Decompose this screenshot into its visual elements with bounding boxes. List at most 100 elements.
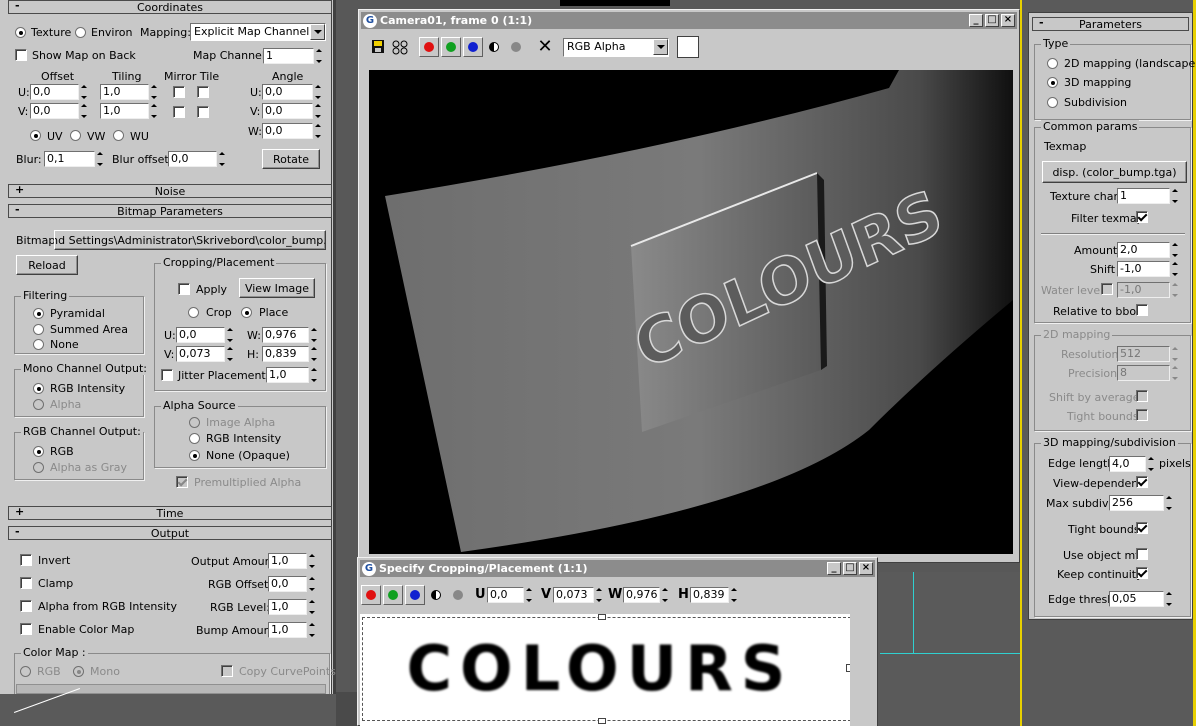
keep-continuity-checkbox[interactable] (1136, 567, 1148, 579)
premultiplied-alpha-checkbox[interactable] (176, 476, 188, 488)
subdivision-radio[interactable] (1047, 97, 1058, 108)
monochrome-icon[interactable] (489, 42, 499, 52)
w-angle-spinner[interactable]: 0,0 (262, 123, 322, 139)
texture-chan-spinner[interactable]: 1 (1117, 188, 1179, 204)
alpha-rgb-intensity-radio[interactable] (189, 433, 200, 444)
crop-window-w-spinner[interactable]: 0,976 (623, 587, 669, 603)
enable-color-map-checkbox[interactable] (20, 623, 32, 635)
rgb-output-radio[interactable] (33, 446, 44, 457)
image-alpha-radio[interactable] (189, 417, 200, 428)
crop-radio[interactable] (188, 307, 199, 318)
mapping-3d-radio[interactable] (1047, 77, 1058, 88)
relative-bbox-checkbox[interactable] (1136, 304, 1148, 316)
maximize-button[interactable]: □ (985, 14, 999, 27)
minimize-button[interactable]: _ (969, 14, 983, 27)
tight-bounds-3d-checkbox[interactable] (1136, 522, 1148, 534)
view-dependent-checkbox[interactable] (1136, 476, 1148, 488)
color-map-rgb-radio[interactable] (20, 666, 31, 677)
none-filter-radio[interactable] (33, 339, 44, 350)
wu-radio[interactable] (113, 130, 124, 141)
water-level-spinner[interactable]: -1,0 (1117, 282, 1179, 298)
jitter-spinner[interactable]: 1,0 (266, 367, 318, 383)
blur-offset-spinner[interactable]: 0,0 (168, 151, 226, 167)
crop-blue-channel-button[interactable] (405, 585, 425, 605)
u-angle-spinner[interactable]: 0,0 (262, 84, 322, 100)
crop-close-button[interactable]: × (859, 562, 873, 575)
texmap-button[interactable]: disp. (color_bump.tga) (1042, 161, 1187, 183)
camera-window-titlebar[interactable]: G Camera01, frame 0 (1:1) _ □ × (361, 12, 1017, 29)
u-mirror-checkbox[interactable] (173, 86, 185, 98)
texture-radio[interactable] (15, 27, 26, 38)
pyramidal-radio[interactable] (33, 308, 44, 319)
display-channel-dropdown[interactable]: RGB Alpha (563, 38, 669, 57)
alpha-from-rgb-checkbox[interactable] (20, 600, 32, 612)
uv-radio[interactable] (30, 130, 41, 141)
clear-icon[interactable]: ✕ (535, 37, 555, 57)
precision-spinner[interactable]: 8 (1117, 365, 1179, 381)
crop-handle-top[interactable] (598, 614, 606, 620)
filter-texmap-checkbox[interactable] (1136, 211, 1148, 223)
blue-channel-button[interactable] (463, 37, 483, 57)
color-map-mono-radio[interactable] (73, 666, 84, 677)
summed-area-radio[interactable] (33, 324, 44, 335)
mapping-dropdown[interactable]: Explicit Map Channel (190, 23, 326, 41)
map-channel-spinner[interactable]: 1 (263, 48, 323, 64)
crop-window-u-spinner[interactable]: 0,0 (487, 587, 533, 603)
crop-h-spinner[interactable]: 0,839 (262, 346, 318, 362)
output-amount-spinner[interactable]: 1,0 (268, 553, 316, 569)
bump-amount-spinner[interactable]: 1,0 (268, 622, 316, 638)
copy-curvepoints-checkbox[interactable] (221, 665, 233, 677)
crop-alpha-icon[interactable] (453, 590, 463, 600)
crop-w-spinner[interactable]: 0,976 (262, 327, 318, 343)
v-angle-spinner[interactable]: 0,0 (262, 103, 322, 119)
alpha-channel-icon[interactable] (511, 42, 521, 52)
rgb-level-spinner[interactable]: 1,0 (268, 599, 316, 615)
bitmap-path-button[interactable]: s and Settings\Administrator\Skrivebord\… (54, 230, 326, 250)
time-rollout-header[interactable]: + Time (8, 505, 332, 520)
close-button[interactable]: × (1001, 14, 1015, 27)
view-image-button[interactable]: View Image (239, 278, 315, 298)
crop-handle-bottom[interactable] (598, 718, 606, 724)
amount-spinner[interactable]: 2,0 (1117, 242, 1179, 258)
output-rollout-header[interactable]: - Output (8, 525, 332, 540)
use-object-mtl-checkbox[interactable] (1136, 548, 1148, 560)
blur-spinner[interactable]: 0,1 (44, 151, 104, 167)
u-tile-checkbox[interactable] (197, 86, 209, 98)
shift-by-average-checkbox[interactable] (1136, 390, 1148, 402)
max-subdivs-spinner[interactable]: 256 (1109, 495, 1173, 511)
v-offset-spinner[interactable]: 0,0 (30, 103, 88, 119)
edge-length-spinner[interactable]: 4,0 (1109, 456, 1155, 472)
red-channel-button[interactable] (419, 37, 439, 57)
place-radio[interactable] (241, 307, 252, 318)
coordinates-rollout-header[interactable]: - Coordinates (8, 0, 332, 14)
crop-u-spinner[interactable]: 0,0 (176, 327, 234, 343)
crop-green-channel-button[interactable] (383, 585, 403, 605)
shift-spinner[interactable]: -1,0 (1117, 261, 1179, 277)
save-icon[interactable] (369, 38, 387, 56)
rgb-intensity-radio[interactable] (33, 383, 44, 394)
crop-monochrome-icon[interactable] (431, 590, 441, 600)
parameters-rollout-header[interactable]: - Parameters (1032, 16, 1189, 31)
v-tiling-spinner[interactable]: 1,0 (100, 103, 158, 119)
alpha-mono-radio[interactable] (33, 399, 44, 410)
color-swatch[interactable] (677, 36, 699, 58)
noise-rollout-header[interactable]: + Noise (8, 183, 332, 198)
u-offset-spinner[interactable]: 0,0 (30, 84, 88, 100)
vw-radio[interactable] (70, 130, 81, 141)
crop-v-spinner[interactable]: 0,073 (176, 346, 234, 362)
apply-cropping-checkbox[interactable] (178, 283, 190, 295)
crop-window-titlebar[interactable]: G Specify Cropping/Placement (1:1) _ □ × (360, 560, 875, 577)
water-level-checkbox[interactable] (1101, 283, 1113, 295)
environ-radio[interactable] (75, 27, 86, 38)
v-mirror-checkbox[interactable] (173, 106, 185, 118)
mapping-2d-radio[interactable] (1047, 58, 1058, 69)
invert-checkbox[interactable] (20, 554, 32, 566)
alpha-as-gray-radio[interactable] (33, 462, 44, 473)
v-tile-checkbox[interactable] (197, 106, 209, 118)
clamp-checkbox[interactable] (20, 577, 32, 589)
edge-thresh-spinner[interactable]: 0,05 (1109, 591, 1173, 607)
reload-button[interactable]: Reload (16, 255, 78, 275)
u-tiling-spinner[interactable]: 1,0 (100, 84, 158, 100)
none-opaque-radio[interactable] (189, 450, 200, 461)
jitter-placement-checkbox[interactable] (161, 369, 173, 381)
